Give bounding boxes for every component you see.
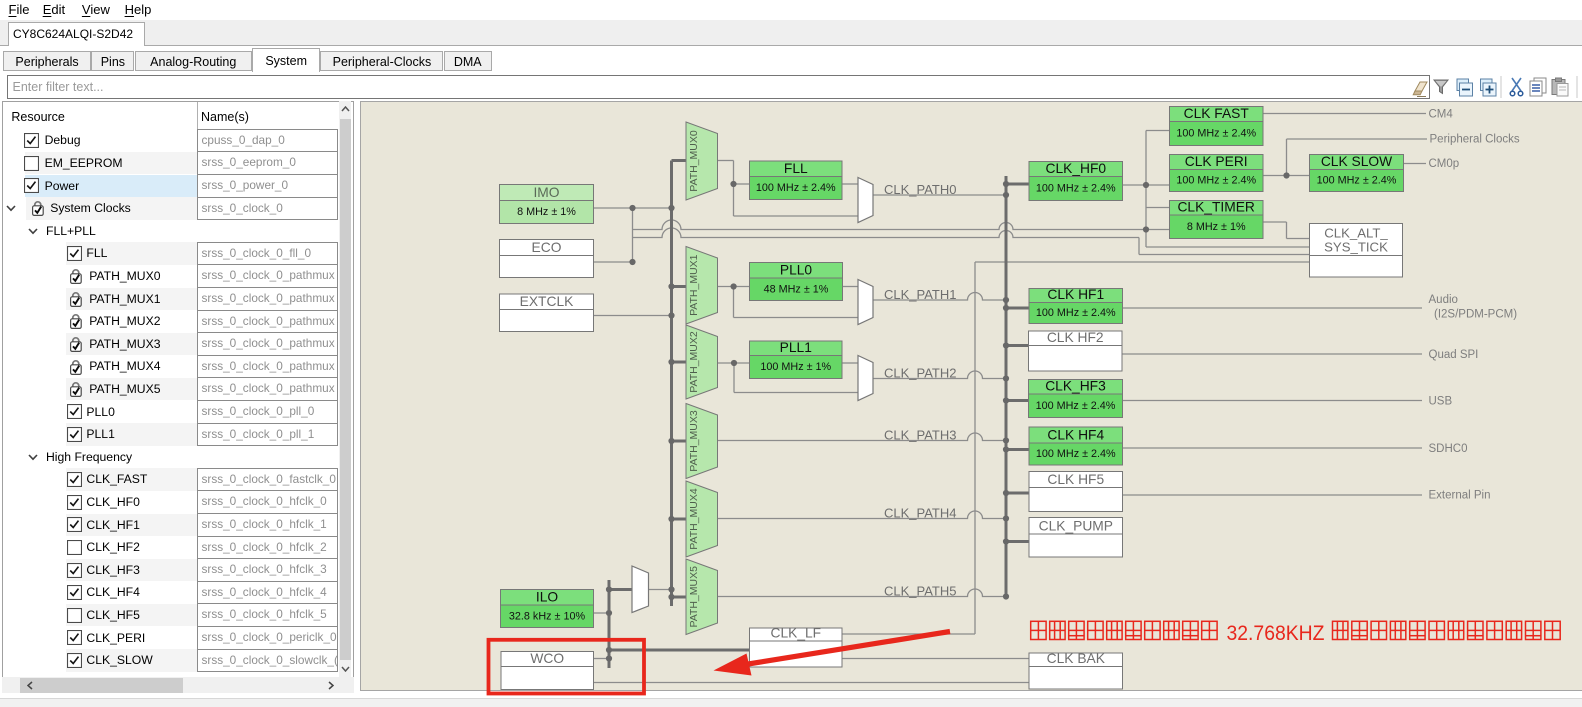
svg-text:CLK_PUMP: CLK_PUMP bbox=[1039, 519, 1113, 534]
svg-text:PLL0: PLL0 bbox=[780, 263, 813, 278]
svg-text:CLK_HF0: CLK_HF0 bbox=[1046, 161, 1107, 176]
svg-text:100 MHz ± 2.4%: 100 MHz ± 2.4% bbox=[1176, 175, 1256, 187]
svg-text:Peripheral Clocks: Peripheral Clocks bbox=[1430, 134, 1520, 146]
svg-text:Audio: Audio bbox=[1429, 294, 1458, 306]
svg-text:100 MHz ± 2.4%: 100 MHz ± 2.4% bbox=[1036, 183, 1116, 195]
svg-text:IMO: IMO bbox=[533, 185, 559, 200]
svg-text:CLK_HF3: CLK_HF3 bbox=[1045, 379, 1106, 394]
svg-text:ECO: ECO bbox=[532, 240, 562, 255]
svg-text:PATH_MUX2: PATH_MUX2 bbox=[688, 331, 700, 393]
svg-text:PLL1: PLL1 bbox=[780, 340, 812, 355]
svg-text:100 MHz ± 2.4%: 100 MHz ± 2.4% bbox=[1036, 400, 1116, 412]
svg-text:Quad SPI: Quad SPI bbox=[1429, 349, 1479, 361]
svg-text:48 MHz ± 1%: 48 MHz ± 1% bbox=[764, 283, 829, 295]
svg-text:CM0p: CM0p bbox=[1429, 158, 1460, 170]
svg-text:CLK SLOW: CLK SLOW bbox=[1321, 154, 1392, 169]
svg-text:CLK_PATH0: CLK_PATH0 bbox=[884, 182, 957, 197]
svg-text:External Pin: External Pin bbox=[1429, 490, 1491, 502]
svg-text:PATH_MUX1: PATH_MUX1 bbox=[688, 254, 700, 316]
svg-text:CLK HF1: CLK HF1 bbox=[1047, 287, 1104, 302]
svg-text:32.768KHZ: 32.768KHZ bbox=[1227, 622, 1325, 645]
svg-text:EXTCLK: EXTCLK bbox=[520, 294, 574, 309]
svg-text:CLK_PATH3: CLK_PATH3 bbox=[884, 428, 957, 443]
svg-text:8 MHz ± 1%: 8 MHz ± 1% bbox=[517, 206, 576, 218]
svg-text:PATH_MUX0: PATH_MUX0 bbox=[688, 130, 700, 192]
svg-text:CLK_TIMER: CLK_TIMER bbox=[1177, 200, 1254, 215]
svg-text:100 MHz ± 2.4%: 100 MHz ± 2.4% bbox=[756, 182, 836, 194]
svg-text:CLK_ALT_: CLK_ALT_ bbox=[1324, 226, 1388, 241]
svg-text:FLL: FLL bbox=[784, 161, 808, 176]
svg-text:100 MHz ± 2.4%: 100 MHz ± 2.4% bbox=[1036, 307, 1116, 319]
svg-text:CLK HF4: CLK HF4 bbox=[1047, 428, 1104, 443]
svg-text:CLK_PATH4: CLK_PATH4 bbox=[884, 506, 957, 521]
svg-text:100 MHz ± 2.4%: 100 MHz ± 2.4% bbox=[1176, 128, 1256, 140]
svg-text:(I2S/PDM-PCM): (I2S/PDM-PCM) bbox=[1434, 309, 1517, 321]
svg-text:CLK_PATH1: CLK_PATH1 bbox=[884, 287, 957, 302]
svg-text:100 MHz ± 2.4%: 100 MHz ± 2.4% bbox=[1036, 448, 1116, 460]
svg-text:USB: USB bbox=[1429, 396, 1453, 408]
svg-text:CLK FAST: CLK FAST bbox=[1184, 106, 1250, 121]
svg-text:SDHC0: SDHC0 bbox=[1429, 443, 1468, 455]
svg-text:CLK_PATH2: CLK_PATH2 bbox=[884, 366, 957, 381]
svg-text:CLK PERI: CLK PERI bbox=[1185, 154, 1248, 169]
svg-text:100 MHz ± 1%: 100 MHz ± 1% bbox=[760, 361, 831, 373]
svg-text:CLK HF2: CLK HF2 bbox=[1047, 330, 1104, 345]
svg-text:PATH_MUX4: PATH_MUX4 bbox=[688, 488, 700, 550]
svg-text:CLK HF5: CLK HF5 bbox=[1047, 472, 1104, 487]
svg-text:8 MHz ± 1%: 8 MHz ± 1% bbox=[1187, 221, 1246, 233]
svg-text:PATH_MUX3: PATH_MUX3 bbox=[688, 410, 700, 472]
svg-text:CM4: CM4 bbox=[1429, 109, 1454, 121]
svg-text:SYS_TICK: SYS_TICK bbox=[1324, 240, 1388, 255]
svg-text:100 MHz ± 2.4%: 100 MHz ± 2.4% bbox=[1317, 175, 1397, 187]
svg-text:CLK BAK: CLK BAK bbox=[1047, 651, 1106, 666]
